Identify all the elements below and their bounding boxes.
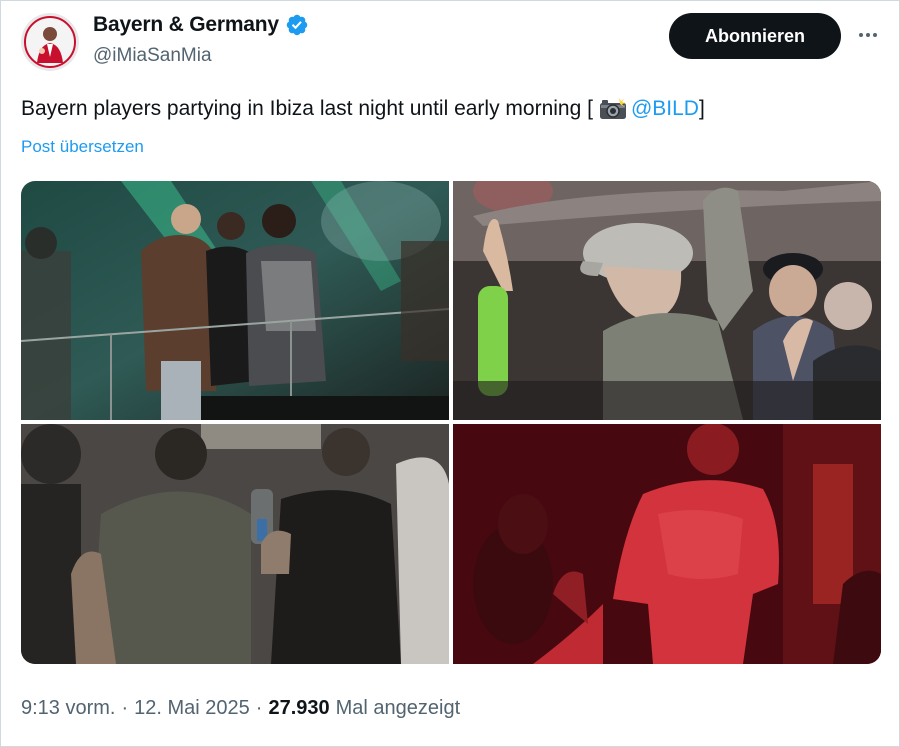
photo-balcony-group[interactable] — [21, 181, 449, 420]
more-options-icon[interactable] — [853, 23, 883, 47]
meta-separator: · — [121, 697, 129, 719]
post-date[interactable]: 12. Mai 2025 — [134, 697, 250, 720]
post-text-main: Bayern players partying in Ibiza last ni… — [21, 97, 593, 120]
subscribe-button[interactable]: Abonnieren — [669, 13, 841, 59]
mention-link[interactable]: @BILD — [631, 97, 699, 121]
meta-separator: · — [255, 697, 263, 719]
views-count: 27.930 — [268, 697, 330, 719]
tweet-card: Bayern & Germany @iMiaSanMia Abonnieren … — [0, 0, 900, 747]
display-name[interactable]: Bayern & Germany — [93, 13, 279, 37]
media-grid — [21, 181, 881, 664]
avatar[interactable] — [21, 13, 79, 71]
post-text: Bayern players partying in Ibiza last ni… — [21, 97, 705, 121]
post-meta: 9:13 vorm. · 12. Mai 2025 · 27.930 Mal a… — [21, 697, 460, 720]
post-text-end: ] — [698, 97, 705, 120]
translate-link[interactable]: Post übersetzen — [21, 137, 144, 157]
photo-dark-crowd[interactable] — [21, 424, 449, 664]
photo-crowd-cap[interactable] — [453, 181, 881, 420]
verified-badge-icon — [286, 14, 308, 36]
camera-flash-icon — [599, 98, 626, 119]
account-name-row[interactable]: Bayern & Germany — [93, 13, 309, 37]
views-label: Mal angezeigt — [335, 697, 461, 719]
photo-red-dancer[interactable] — [453, 424, 881, 664]
account-handle[interactable]: @iMiaSanMia — [93, 45, 212, 67]
post-time[interactable]: 9:13 vorm. — [21, 697, 115, 720]
